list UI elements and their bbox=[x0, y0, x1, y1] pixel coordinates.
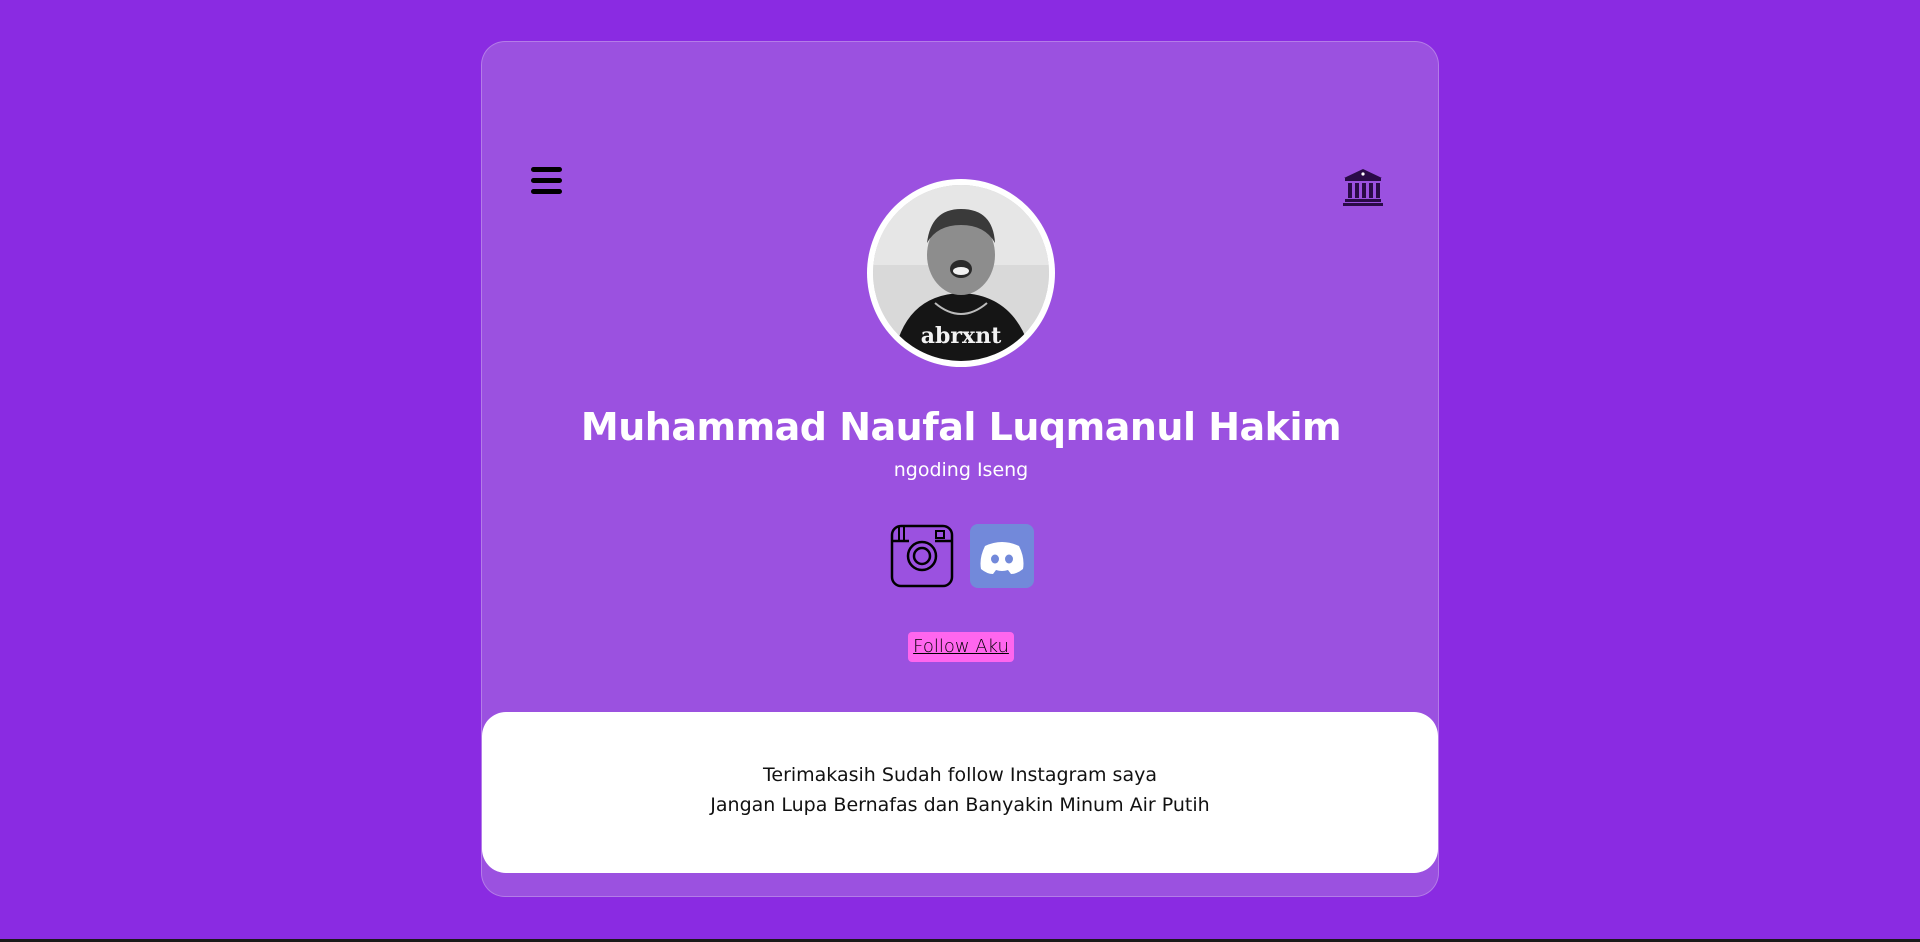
avatar-photo: abrxnt bbox=[873, 185, 1049, 361]
message-line-2: Jangan Lupa Bernafas dan Banyakin Minum … bbox=[710, 794, 1210, 816]
follow-button[interactable]: Follow Aku bbox=[908, 632, 1014, 662]
page: abrxnt Muhammad Naufal Luqmanul Hakim ng… bbox=[0, 0, 1920, 942]
profile-card: abrxnt Muhammad Naufal Luqmanul Hakim ng… bbox=[481, 41, 1439, 897]
instagram-icon[interactable] bbox=[890, 524, 954, 588]
discord-icon[interactable] bbox=[970, 524, 1034, 588]
social-links bbox=[890, 524, 1035, 588]
profile-name: Muhammad Naufal Luqmanul Hakim bbox=[580, 405, 1342, 449]
hamburger-menu-icon[interactable] bbox=[531, 167, 563, 194]
message-line-1: Terimakasih Sudah follow Instagram saya bbox=[763, 764, 1157, 786]
avatar: abrxnt bbox=[867, 179, 1055, 367]
avatar-shirt-text: abrxnt bbox=[921, 323, 1002, 349]
message-box: Terimakasih Sudah follow Instagram saya … bbox=[482, 712, 1438, 873]
profile-subtitle: ngoding Iseng bbox=[893, 459, 1029, 481]
bank-icon[interactable] bbox=[1342, 167, 1384, 207]
